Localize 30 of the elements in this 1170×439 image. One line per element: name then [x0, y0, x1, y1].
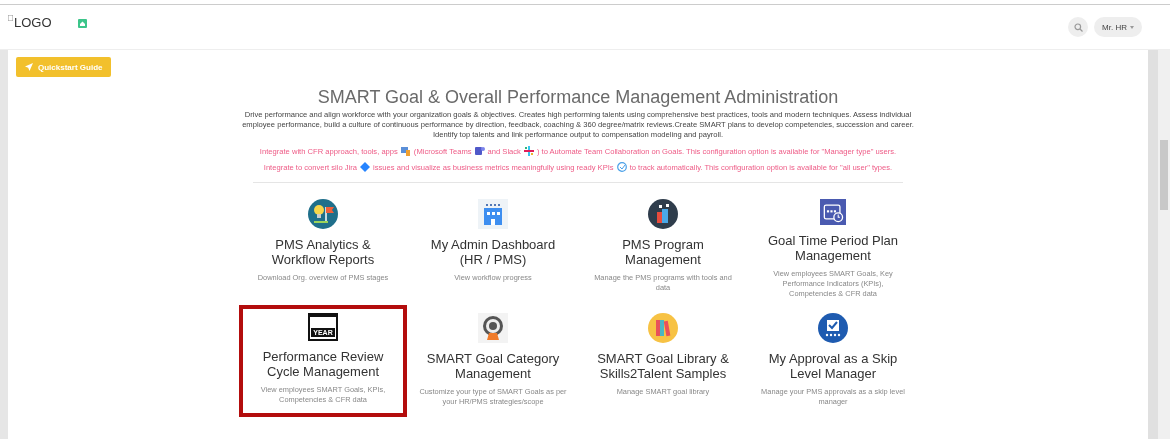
logo-alt-text: LOGO [14, 14, 52, 30]
caret-icon [1130, 25, 1134, 29]
card-title: SMART Goal Category Management [425, 351, 561, 381]
paper-plane-icon [25, 63, 33, 71]
home-icon[interactable] [77, 18, 87, 28]
scrollbar-thumb[interactable] [1160, 140, 1168, 210]
search-icon [1073, 22, 1083, 32]
diamond-icon [360, 162, 371, 172]
card-title: My Admin Dashboard (HR / PMS) [429, 237, 557, 267]
card-title: Performance Review Cycle Management [261, 349, 385, 379]
search-button[interactable] [1068, 17, 1089, 37]
building-icon [478, 199, 508, 229]
approval-checkbox-icon [818, 313, 848, 343]
card-title: PMS Program Management [621, 237, 705, 267]
card-title: Goal Time Period Plan Management [766, 233, 900, 263]
calendar-clock-icon [818, 199, 848, 225]
target-check-icon [616, 162, 627, 172]
broken-image-icon [8, 14, 13, 21]
slack-icon [523, 146, 534, 156]
chart-blocks-icon [648, 199, 678, 229]
books-icon [648, 313, 678, 343]
devices-icon [400, 146, 411, 156]
teams-icon [474, 146, 485, 156]
card-title: My Approval as a Skip Level Manager [767, 351, 899, 381]
target-icon [478, 313, 508, 343]
lightbulb-flag-icon [308, 199, 338, 229]
page-title: SMART Goal & Overall Performance Management Administration [317, 87, 839, 108]
card-title: PMS Analytics & Workflow Reports [270, 237, 376, 267]
card-title: SMART Goal Library & Skills2Talent Samples [596, 351, 730, 381]
user-menu-button[interactable]: Mr. HR [1094, 17, 1142, 37]
